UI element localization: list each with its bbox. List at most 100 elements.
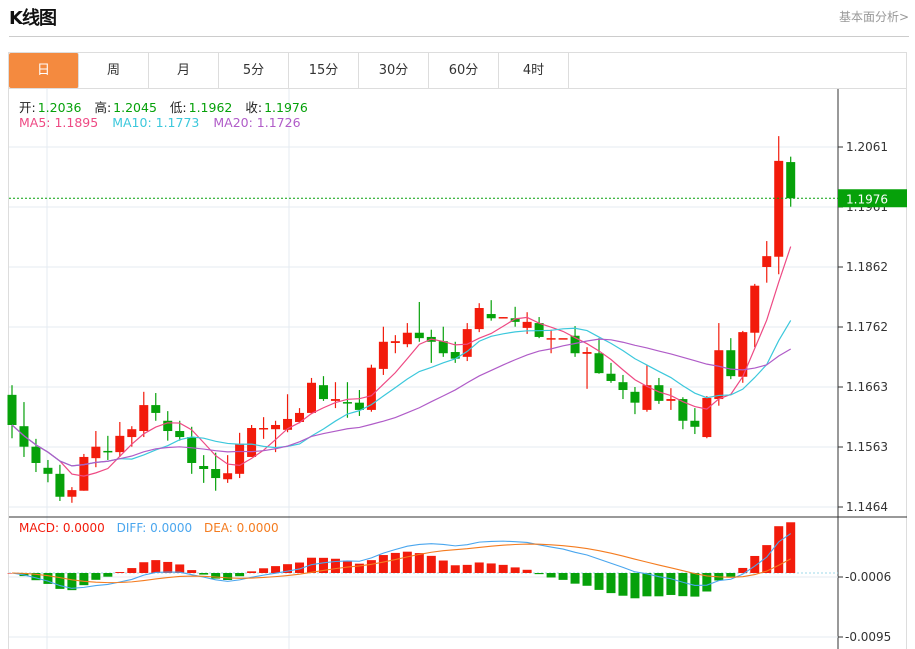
macd-bar [139,562,149,573]
macd-bar [271,566,281,573]
close-value: 1.1976 [264,100,308,115]
candle-up [366,367,376,410]
open-value: 1.2036 [37,100,82,115]
macd-bar [618,573,628,596]
macd-bar [774,526,784,573]
macd-bar [103,573,113,577]
candle-up [247,428,257,457]
macd-bar [127,568,137,573]
last-price-label: 1.1976 [846,192,888,206]
macd-bar [402,551,412,573]
low-label: 低: [169,100,187,115]
macd-bar [414,553,424,573]
candle-up [378,341,388,369]
candle-up [259,428,269,430]
macd-bar [259,568,269,573]
macd-bar [522,569,532,573]
candle-down [187,437,197,463]
candle-up [271,424,281,430]
candle-up [235,443,245,474]
macd-bar [630,573,640,599]
ma-readout: MA5: 1.1895 MA10: 1.1773 MA20: 1.1726 [19,115,303,130]
macd-tick-label: -0.0006 [845,570,891,584]
macd-bar [582,573,592,586]
candle-up [390,341,400,343]
close-label: 收: [245,100,263,115]
macd-bar [510,567,520,573]
diff-line [11,533,792,589]
macd-value: MACD: 0.0000 [19,521,105,535]
price-tick-label: 1.2061 [846,140,888,154]
candle-down [43,467,53,474]
macd-bar [247,571,257,573]
macd-bar [426,555,436,573]
macd-bar [438,560,448,573]
candle-down [103,450,113,453]
macd-bar [462,564,472,573]
price-tick-label: 1.1762 [846,320,888,334]
diff-value: DIFF: 0.0000 [116,521,193,535]
candle-down [594,353,604,374]
macd-bar [235,573,245,577]
dea-value: DEA: 0.0000 [203,521,279,535]
macd-bar [534,573,544,575]
candle-down [55,473,65,497]
candle-down [438,341,448,354]
candle-up [307,382,316,413]
ohlc-readout: 开: 1.2036 高: 1.2045 低: 1.1962 收: 1.1976 [19,97,317,116]
macd-bar [558,573,568,580]
macd-bar [390,552,400,573]
macd-bar [786,522,796,573]
candle-up [115,435,125,453]
macd-bar [378,555,388,573]
candle-down [630,391,640,403]
macd-bar [450,565,460,573]
macd-readout: MACD: 0.0000 DIFF: 0.0000 DEA: 0.0000 [19,521,279,535]
candle-up [750,285,760,333]
macd-bar [666,573,676,595]
candle-down [175,431,185,438]
macd-bar [223,573,233,580]
macd-bar [750,555,760,573]
macd-bar [678,573,688,597]
ma20-value: MA20: 1.1726 [213,115,301,130]
macd-bar [726,573,736,577]
low-value: 1.1962 [188,100,233,115]
candle-up [522,321,532,328]
macd-bar [366,560,376,573]
candle-down [318,385,328,400]
high-value: 1.2045 [113,100,157,115]
candle-up [139,405,149,432]
candle-up [79,456,89,491]
candle-up [91,446,101,459]
price-tick-label: 1.1663 [846,380,888,394]
candle-down [414,332,424,339]
candle-up [127,429,137,438]
candle-up [474,308,484,330]
ma10-line [11,320,792,467]
candle-up [330,399,340,401]
candle-down [726,350,736,377]
candle-up [666,399,676,401]
high-label: 高: [94,100,112,115]
candle-up [546,338,556,340]
candle-up [702,397,712,438]
macd-tick-label: -0.0095 [845,630,891,644]
candle-up [498,317,508,319]
price-tick-label: 1.1563 [846,440,888,454]
candle-down [31,446,41,463]
macd-bar [79,573,89,586]
candle-down [151,405,161,413]
macd-bar [546,573,556,578]
macd-bar [570,573,580,584]
candle-down [618,382,628,391]
macd-bar [199,573,209,575]
macd-bar [594,573,604,590]
candle-up [582,352,592,354]
candle-down [7,394,17,425]
macd-bar [151,560,161,573]
candle-down [342,402,352,404]
candle-down [690,420,700,427]
candle-up [67,490,77,497]
macd-bar [486,563,496,573]
